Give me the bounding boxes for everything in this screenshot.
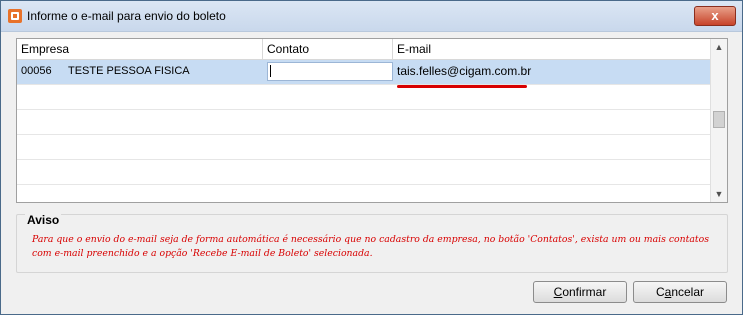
cancel-button[interactable]: Cancelar <box>633 281 727 303</box>
confirm-button[interactable]: Confirmar <box>533 281 627 303</box>
text-caret <box>270 65 271 77</box>
column-header-empresa[interactable]: Empresa <box>17 39 263 59</box>
table-row[interactable]: 00056 TESTE PESSOA FISICA tais.felles@ci… <box>17 60 711 88</box>
aviso-message: Para que o envio do e-mail seja de forma… <box>32 233 722 261</box>
column-header-email[interactable]: E-mail <box>393 39 711 59</box>
confirm-label: onfirmar <box>562 285 607 299</box>
vertical-scrollbar[interactable]: ▲ ▼ <box>710 39 727 202</box>
cancel-label-end: ncelar <box>671 285 705 299</box>
aviso-line-1: Para que o envio do e-mail seja de forma… <box>32 234 709 245</box>
title-bar[interactable]: Informe o e-mail para envio do boleto x <box>1 1 742 32</box>
contacts-grid: Empresa Contato E-mail 00056 TESTE PESSO… <box>16 38 728 203</box>
grid-rows: 00056 TESTE PESSOA FISICA tais.felles@ci… <box>17 60 711 202</box>
table-row-empty[interactable] <box>17 160 711 185</box>
cancel-label-start: C <box>655 285 665 299</box>
app-icon <box>8 9 22 23</box>
column-header-contato[interactable]: Contato <box>263 39 393 59</box>
aviso-group: Aviso Para que o envio do e-mail seja de… <box>16 213 728 273</box>
window-title: Informe o e-mail para envio do boleto <box>27 9 226 23</box>
scroll-up-icon[interactable]: ▲ <box>711 39 727 55</box>
aviso-title: Aviso <box>25 213 62 227</box>
row-empresa: TESTE PESSOA FISICA <box>68 65 190 77</box>
scroll-down-icon[interactable]: ▼ <box>711 186 727 202</box>
dialog-window: Informe o e-mail para envio do boleto x … <box>0 0 743 315</box>
contato-input[interactable] <box>267 62 393 81</box>
aviso-line-2: com e-mail preenchido e a opção 'Recebe … <box>32 248 373 259</box>
scroll-thumb[interactable] <box>713 111 725 128</box>
row-codigo: 00056 <box>21 65 52 77</box>
table-row-empty[interactable] <box>17 110 711 135</box>
row-email[interactable]: tais.felles@cigam.com.br <box>397 60 531 84</box>
table-row-empty[interactable] <box>17 185 711 202</box>
table-row-empty[interactable] <box>17 135 711 160</box>
close-button[interactable]: x <box>694 6 736 26</box>
table-row-empty[interactable] <box>17 85 711 110</box>
grid-header: Empresa Contato E-mail <box>17 39 711 60</box>
